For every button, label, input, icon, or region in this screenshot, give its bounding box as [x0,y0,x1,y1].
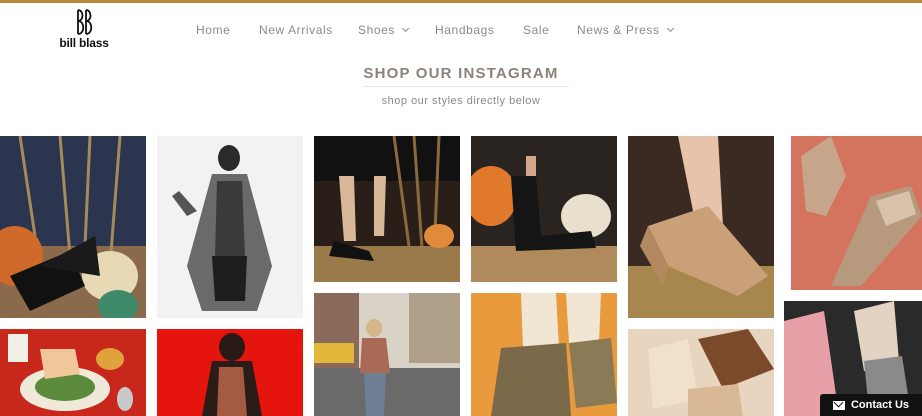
photo-pumpkins-black-heels [0,136,146,318]
chevron-down-icon [666,24,674,33]
top-accent-bar [0,0,922,3]
instagram-post[interactable] [0,329,146,416]
nav-item-new-arrivals[interactable]: New Arrivals [259,23,333,37]
nav-label: Home [196,23,231,37]
instagram-post[interactable] [628,136,774,318]
instagram-post[interactable] [471,293,617,416]
instagram-post[interactable] [471,136,617,282]
photo-glitter-block-heels [471,293,617,416]
main-nav: Home New Arrivals Shoes Handbags Sale Ne… [0,23,922,39]
photo-red-backdrop-portrait [157,329,303,416]
photo-palm-leaf-shoes [628,329,774,416]
contact-us-label: Contact Us [850,399,910,411]
instagram-post[interactable] [157,136,303,318]
envelope-icon [832,400,845,410]
instagram-post[interactable] [628,329,774,416]
nav-label: New Arrivals [259,23,333,37]
nav-label: Handbags [435,23,495,37]
heading-divider [363,86,569,87]
instagram-post[interactable] [157,329,303,416]
photo-cork-slingback [628,136,774,318]
instagram-post[interactable] [791,136,922,290]
nav-item-home[interactable]: Home [196,23,230,37]
instagram-subheading: shop our styles directly below [381,95,541,107]
nav-label: Shoes [358,23,396,37]
nav-item-handbags[interactable]: Handbags [435,23,495,37]
photo-pointed-flats [791,136,922,290]
photo-table-flats [0,329,146,416]
nav-item-shoes[interactable]: Shoes [358,23,410,37]
instagram-post[interactable] [314,293,460,416]
photo-sparkle-platform-heel [471,136,617,282]
chevron-down-icon [401,24,410,33]
contact-us-button[interactable]: Contact Us [820,394,922,416]
nav-label: Sale [523,23,550,37]
photo-woman-grey-coat [157,136,303,318]
instagram-post[interactable] [314,136,460,282]
nav-item-news-press[interactable]: News & Press [577,23,674,37]
nav-item-sale[interactable]: Sale [523,23,549,37]
photo-ankle-strap-heels [314,136,460,282]
instagram-heading: SHOP OUR INSTAGRAM [363,65,559,82]
instagram-post[interactable] [0,136,146,318]
nav-label: News & Press [577,23,660,37]
photo-nyc-street-style [314,293,460,416]
